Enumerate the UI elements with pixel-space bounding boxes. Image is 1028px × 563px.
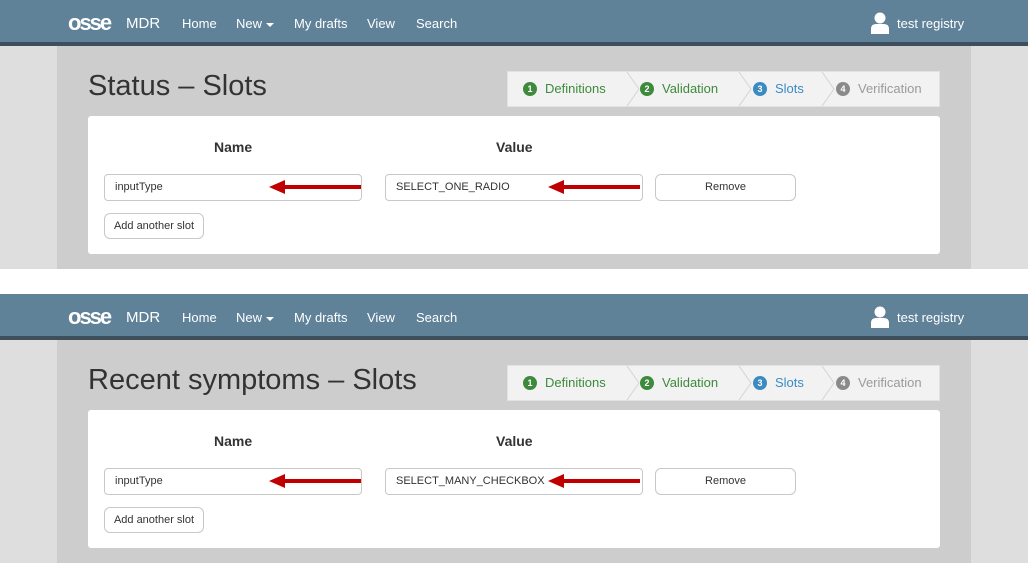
nav-home[interactable]: Home [182,310,217,325]
nav-search[interactable]: Search [416,16,457,31]
column-header-value: Value [496,433,533,449]
step-validation[interactable]: 2 Validation [640,72,718,106]
step-verification[interactable]: 4 Verification [836,366,922,400]
nav-search[interactable]: Search [416,310,457,325]
nav-new[interactable]: New [236,16,275,31]
nav-view[interactable]: View [367,310,395,325]
red-arrow-icon [548,474,640,488]
page-content: Recent symptoms – Slots 1 Definitions 2 Va… [57,340,971,563]
step-slots[interactable]: 3 Slots [753,366,804,400]
step-separator-icon [738,72,752,106]
remove-button[interactable]: Remove [655,468,796,495]
svg-text:osse: osse [68,11,112,35]
step-verification[interactable]: 4 Verification [836,72,922,106]
navbar: osse MDR Home New My drafts View Search … [0,294,1028,340]
step-separator-icon [626,72,640,106]
step-slots[interactable]: 3 Slots [753,72,804,106]
add-slot-button[interactable]: Add another slot [104,213,204,239]
red-arrow-icon [269,180,361,194]
slots-card: Name Value inputType SELECT_ONE_RADIO Re… [88,116,940,254]
column-header-name: Name [214,433,253,449]
user-icon[interactable] [870,12,890,34]
column-header-name: Name [214,139,253,155]
slots-card: Name Value inputType SELECT_MANY_CHECKBO… [88,410,940,548]
red-arrow-icon [548,180,640,194]
user-menu[interactable]: test registry [897,310,964,325]
wizard-steps: 1 Definitions 2 Validation 3 Slots 4 Verific… [507,71,940,107]
nav-my-drafts[interactable]: My drafts [294,310,347,325]
osse-logo-icon: osse [68,11,114,35]
page-content: Status – Slots 1 Definitions 2 Validation … [57,46,971,269]
step-validation[interactable]: 2 Validation [640,366,718,400]
step-separator-icon [738,366,752,400]
user-menu[interactable]: test registry [897,16,964,31]
nav-new[interactable]: New [236,310,275,325]
nav-new-label: New [236,16,263,31]
nav-home[interactable]: Home [182,16,217,31]
step-definitions[interactable]: 1 Definitions [523,72,606,106]
screenshot-panel-1: osse MDR Home New My drafts View Search … [0,0,1028,269]
nav-view[interactable]: View [367,16,395,31]
step-separator-icon [821,72,835,106]
step-separator-icon [821,366,835,400]
remove-button[interactable]: Remove [655,174,796,201]
caret-down-icon [266,316,275,321]
brand-label[interactable]: MDR [126,15,160,32]
page-title: Status – Slots [88,70,267,102]
step-definitions[interactable]: 1 Definitions [523,366,606,400]
caret-down-icon [266,22,275,27]
red-arrow-icon [269,474,361,488]
navbar: osse MDR Home New My drafts View Search … [0,0,1028,46]
column-header-value: Value [496,139,533,155]
user-icon[interactable] [870,306,890,328]
page-title: Recent symptoms – Slots [88,364,417,396]
add-slot-button[interactable]: Add another slot [104,507,204,533]
wizard-steps: 1 Definitions 2 Validation 3 Slots 4 Verific… [507,365,940,401]
brand-label[interactable]: MDR [126,309,160,326]
screenshot-panel-2: osse MDR Home New My drafts View Search … [0,294,1028,563]
svg-text:osse: osse [68,305,112,329]
nav-new-label: New [236,310,263,325]
osse-logo-icon: osse [68,305,114,329]
nav-my-drafts[interactable]: My drafts [294,16,347,31]
step-separator-icon [626,366,640,400]
